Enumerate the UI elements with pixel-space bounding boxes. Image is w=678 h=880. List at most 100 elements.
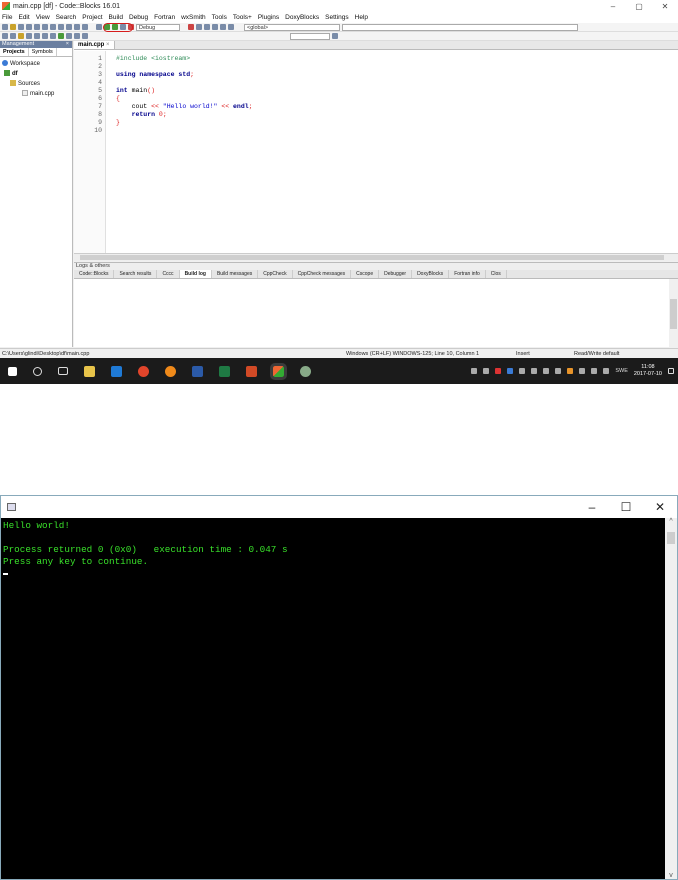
undo-icon[interactable] — [34, 24, 40, 30]
log-tab[interactable]: Search results — [114, 270, 158, 278]
log-tab[interactable]: Fortran info — [449, 270, 486, 278]
scroll-up-icon[interactable]: ^ — [665, 518, 677, 525]
clock[interactable]: 11:08 2017-07-10 — [634, 364, 662, 378]
horizontal-scrollbar[interactable] — [74, 253, 678, 261]
menu-tools-plus[interactable]: Tools+ — [233, 14, 252, 21]
tree-item-main-cpp[interactable]: main.cpp — [0, 89, 72, 99]
maximize-button[interactable]: ▢ — [626, 2, 652, 11]
menu-edit[interactable]: Edit — [18, 14, 29, 21]
uncomment-icon[interactable] — [50, 33, 56, 39]
language-indicator[interactable]: SWE — [615, 368, 628, 374]
volume-icon[interactable] — [579, 368, 586, 374]
prev-bookmark-icon[interactable] — [26, 33, 32, 39]
close-button[interactable]: ✕ — [652, 2, 678, 11]
bookmark-icon[interactable] — [18, 33, 24, 39]
scroll-down-icon[interactable]: v — [665, 872, 677, 879]
menu-build[interactable]: Build — [109, 14, 123, 21]
log-tab[interactable]: Build log — [179, 270, 212, 278]
tree-item-sources[interactable]: Sources — [0, 79, 72, 89]
edge-icon[interactable] — [111, 365, 122, 377]
firefox-icon[interactable] — [165, 365, 176, 377]
tab-projects[interactable]: Projects — [0, 48, 29, 56]
tree-item-workspace[interactable]: Workspace — [0, 59, 72, 69]
log-tab[interactable]: Code::Blocks — [74, 270, 115, 278]
code-line[interactable]: 10 — [74, 127, 674, 135]
log-tab[interactable]: Clos — [486, 270, 507, 278]
tray-icon[interactable] — [507, 368, 514, 374]
task-view-icon[interactable] — [58, 367, 68, 375]
code-line[interactable]: 5 int main() — [74, 87, 674, 95]
minimize-button[interactable]: – — [600, 2, 626, 11]
maximize-button[interactable]: ☐ — [609, 500, 643, 514]
log-tab[interactable]: Cccc — [157, 270, 180, 278]
scrollbar-thumb[interactable] — [667, 532, 675, 544]
save-all-icon[interactable] — [26, 24, 32, 30]
code-line[interactable]: 8 return 0; — [74, 111, 674, 119]
redo-icon[interactable] — [42, 24, 48, 30]
code-editor[interactable]: 1 #include <iostream> 2 3 using namespace st… — [74, 51, 678, 253]
code-line[interactable]: 4 — [74, 79, 674, 87]
cloud-icon[interactable] — [483, 368, 490, 374]
console-output[interactable]: Hello world! Process returned 0 (0x0) ex… — [1, 518, 667, 879]
build-target-select[interactable]: Debug — [136, 23, 180, 31]
code-line[interactable]: 1 #include <iostream> — [74, 55, 674, 63]
close-button[interactable]: ✕ — [643, 500, 677, 514]
open-file-icon[interactable] — [10, 24, 16, 30]
match-brace-icon[interactable] — [66, 33, 72, 39]
log-tab[interactable]: DoxyBlocks — [412, 270, 450, 278]
function-select[interactable] — [342, 23, 578, 31]
close-panel-icon[interactable]: × — [66, 41, 69, 48]
menu-help[interactable]: Help — [355, 14, 368, 21]
code-line[interactable]: 6{ — [74, 95, 674, 103]
cut-icon[interactable] — [50, 24, 56, 30]
log-tab[interactable]: Build messages — [212, 270, 259, 278]
powerpoint-icon[interactable] — [246, 365, 257, 377]
minimize-button[interactable]: – — [575, 500, 609, 514]
menu-fortran[interactable]: Fortran — [154, 14, 175, 21]
log-tab[interactable]: CppCheck messages — [293, 270, 352, 278]
log-tab[interactable]: Cscope — [351, 270, 380, 278]
tree-item-project[interactable]: df — [0, 69, 72, 79]
log-tab[interactable]: CppCheck — [258, 270, 293, 278]
code-line[interactable]: 7 cout << "Hello world!" << endl; — [74, 103, 674, 111]
menu-search[interactable]: Search — [56, 14, 77, 21]
tray-icon[interactable] — [471, 368, 478, 374]
word-icon[interactable] — [192, 365, 203, 377]
keyboard-icon[interactable] — [603, 368, 610, 374]
jump-back-icon[interactable] — [2, 33, 8, 39]
menu-doxyblocks[interactable]: DoxyBlocks — [285, 14, 319, 21]
code-line[interactable]: 3 using namespace std; — [74, 71, 674, 79]
menu-project[interactable]: Project — [82, 14, 102, 21]
paste-icon[interactable] — [66, 24, 72, 30]
tab-main-cpp[interactable]: main.cpp × — [74, 41, 115, 49]
tray-icon[interactable] — [555, 368, 562, 374]
excel-icon[interactable] — [219, 365, 230, 377]
menu-plugins[interactable]: Plugins — [258, 14, 279, 21]
bluetooth-icon[interactable] — [531, 368, 538, 374]
save-icon[interactable] — [18, 24, 24, 30]
menu-file[interactable]: File — [2, 14, 12, 21]
code-line[interactable]: 9} — [74, 119, 674, 127]
chrome-icon[interactable] — [138, 365, 149, 377]
logs-vertical-scrollbar[interactable] — [669, 279, 678, 348]
search-field[interactable] — [290, 32, 330, 40]
log-tab[interactable]: Debugger — [379, 270, 413, 278]
code-completion-icon[interactable] — [58, 33, 64, 39]
run-to-cursor-icon[interactable] — [196, 24, 202, 30]
scope-select[interactable]: <global> — [244, 23, 340, 31]
menu-settings[interactable]: Settings — [325, 14, 349, 21]
step-out-icon[interactable] — [220, 24, 226, 30]
app-icon[interactable] — [300, 365, 311, 377]
find-icon[interactable] — [74, 24, 80, 30]
build-icon[interactable] — [96, 24, 102, 30]
menu-wxsmith[interactable]: wxSmith — [181, 14, 206, 21]
search-icon[interactable] — [332, 33, 338, 39]
stop-debugger-icon[interactable] — [228, 24, 234, 30]
jump-forward-icon[interactable] — [10, 33, 16, 39]
scrollbar-thumb[interactable] — [670, 299, 677, 329]
close-tab-icon[interactable]: × — [106, 42, 110, 48]
codeblocks-taskbar-icon[interactable] — [270, 362, 287, 380]
menu-view[interactable]: View — [36, 14, 50, 21]
copy-icon[interactable] — [58, 24, 64, 30]
scrollbar-thumb[interactable] — [80, 255, 664, 260]
